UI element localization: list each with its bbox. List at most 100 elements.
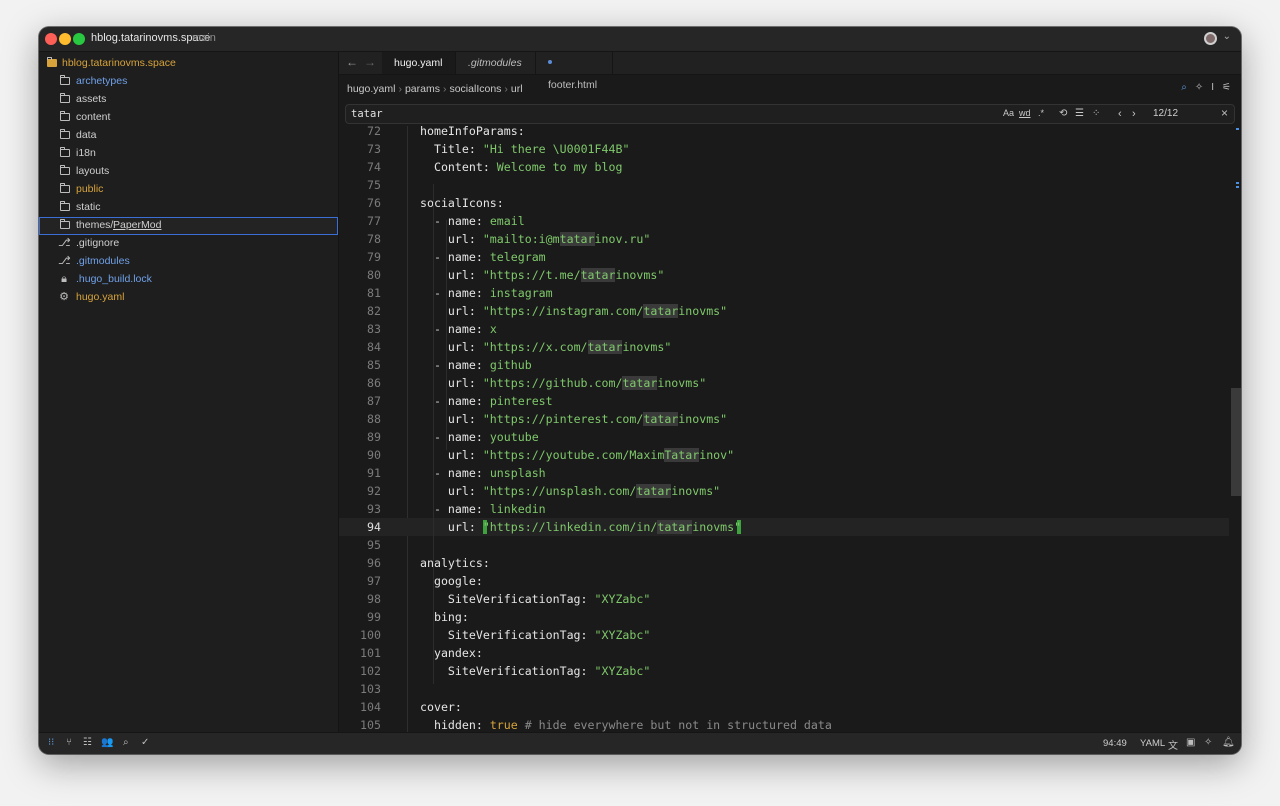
tree-item[interactable]: ⎇ .gitmodules: [39, 253, 338, 271]
breadcrumb-item[interactable]: socialIcons: [449, 83, 501, 95]
whole-word-toggle[interactable]: wd: [1019, 108, 1031, 118]
code-line[interactable]: 97 google:: [339, 572, 1229, 590]
translate-icon[interactable]: 文: [1168, 737, 1178, 752]
code-token: homeInfoParams:: [420, 126, 525, 138]
tree-item[interactable]: archetypes: [39, 73, 338, 91]
maximize-window-button[interactable]: [73, 33, 85, 45]
folder-icon: [60, 147, 70, 157]
tree-item[interactable]: i18n: [39, 145, 338, 163]
forward-arrow-icon[interactable]: →: [364, 55, 376, 69]
code-text: url: "mailto:i@mtatarinov.ru": [420, 230, 650, 248]
code-line[interactable]: 105 hidden: true # hide everywhere but n…: [339, 716, 1229, 732]
previous-match-icon[interactable]: ‹: [1118, 108, 1122, 120]
cursor-icon[interactable]: I: [1211, 82, 1214, 93]
bell-icon[interactable]: 🔔︎: [1222, 737, 1235, 748]
tree-item[interactable]: data: [39, 127, 338, 145]
minimize-window-button[interactable]: [59, 33, 71, 45]
code-line[interactable]: 103: [339, 680, 1229, 698]
tree-item[interactable]: ⚙ hugo.yaml: [39, 289, 338, 307]
code-line[interactable]: 99 bing:: [339, 608, 1229, 626]
scrollbar[interactable]: [1231, 126, 1241, 732]
code-line[interactable]: 92 url: "https://unsplash.com/tatarinovm…: [339, 482, 1229, 500]
code-line[interactable]: 76 socialIcons:: [339, 194, 1229, 212]
tree-item[interactable]: assets: [39, 91, 338, 109]
scrollbar-thumb[interactable]: [1231, 388, 1241, 496]
close-icon[interactable]: ×: [1221, 106, 1228, 120]
breadcrumb-item[interactable]: hugo.yaml: [347, 83, 395, 95]
tree-item[interactable]: layouts: [39, 163, 338, 181]
next-match-icon[interactable]: ›: [1132, 108, 1136, 120]
code-token: youtube: [489, 430, 539, 444]
code-line[interactable]: 77 - name: email: [339, 212, 1229, 230]
close-window-button[interactable]: [45, 33, 57, 45]
code-line[interactable]: 88 url: "https://pinterest.com/tatarinov…: [339, 410, 1229, 428]
code-line[interactable]: 93 - name: linkedin: [339, 500, 1229, 518]
code-line[interactable]: 91 - name: unsplash: [339, 464, 1229, 482]
search-icon[interactable]: ⌕: [1181, 82, 1187, 93]
tree-item[interactable]: static: [39, 199, 338, 217]
tab-gitmodules[interactable]: .gitmodules: [456, 52, 536, 74]
settings-sliders-icon[interactable]: ⚟: [1222, 82, 1231, 93]
outline-icon[interactable]: ☷: [83, 737, 92, 748]
cursor-position[interactable]: 94:49: [1103, 738, 1127, 749]
code-line[interactable]: 95: [339, 536, 1229, 554]
code-line[interactable]: 100 SiteVerificationTag: "XYZabc": [339, 626, 1229, 644]
code-line[interactable]: 79 - name: telegram: [339, 248, 1229, 266]
regex-toggle[interactable]: .*: [1038, 108, 1044, 118]
code-line[interactable]: 81 - name: instagram: [339, 284, 1229, 302]
code-line[interactable]: 85 - name: github: [339, 356, 1229, 374]
assistant-icon[interactable]: ✧: [1204, 737, 1212, 748]
tree-item[interactable]: public: [39, 181, 338, 199]
code-line[interactable]: 84 url: "https://x.com/tatarinovms": [339, 338, 1229, 356]
select-all-icon[interactable]: ☰: [1075, 108, 1084, 119]
code-line[interactable]: 101 yandex:: [339, 644, 1229, 662]
replace-icon[interactable]: ⟲: [1059, 108, 1067, 119]
project-root[interactable]: hblog.tatarinovms.space: [39, 55, 338, 73]
search-icon[interactable]: ⌕: [123, 737, 129, 748]
project-panel-icon[interactable]: ⁝⁝: [48, 737, 54, 748]
breadcrumb-item[interactable]: url: [511, 83, 523, 95]
code-text: url: "https://pinterest.com/tatarinovms": [420, 410, 727, 428]
code-line[interactable]: 102 SiteVerificationTag: "XYZabc": [339, 662, 1229, 680]
code-line[interactable]: 74 Content: Welcome to my blog: [339, 158, 1229, 176]
tab-hugo-yaml[interactable]: hugo.yaml: [382, 52, 456, 74]
tab-footer-html[interactable]: footer.html: [536, 52, 613, 91]
code-area[interactable]: 72 homeInfoParams: 73 Title: "Hi there \U0…: [339, 126, 1229, 732]
tree-item[interactable]: themes/PaperMod: [39, 217, 338, 235]
code-line[interactable]: 86 url: "https://github.com/tatarinovms": [339, 374, 1229, 392]
code-line[interactable]: 87 - name: pinterest: [339, 392, 1229, 410]
branch-name[interactable]: main: [192, 32, 216, 44]
code-line[interactable]: 104 cover:: [339, 698, 1229, 716]
code-line[interactable]: 78 url: "mailto:i@mtatarinov.ru": [339, 230, 1229, 248]
filter-icon[interactable]: ⁘: [1092, 108, 1100, 119]
find-input[interactable]: tatar: [351, 108, 383, 120]
user-avatar[interactable]: [1204, 32, 1217, 45]
code-token: "https://instagram.com/: [482, 304, 644, 318]
chevron-down-icon[interactable]: ⌄: [1223, 31, 1231, 42]
code-line[interactable]: 75: [339, 176, 1229, 194]
match-case-toggle[interactable]: Aa: [1003, 108, 1014, 118]
code-line[interactable]: 72 homeInfoParams:: [339, 126, 1229, 140]
back-arrow-icon[interactable]: ←: [346, 55, 358, 69]
tree-item[interactable]: content: [39, 109, 338, 127]
collab-icon[interactable]: 👥: [101, 737, 113, 748]
tree-item[interactable]: 🔒︎ .hugo_build.lock: [39, 271, 338, 289]
diagnostics-icon[interactable]: ✓: [141, 737, 149, 748]
code-line[interactable]: 96 analytics:: [339, 554, 1229, 572]
code-token: google:: [433, 574, 483, 588]
assistant-icon[interactable]: ✧: [1195, 82, 1203, 93]
code-line[interactable]: 82 url: "https://instagram.com/tatarinov…: [339, 302, 1229, 320]
code-line[interactable]: 73 Title: "Hi there \U0001F44B": [339, 140, 1229, 158]
breadcrumb-item[interactable]: params: [405, 83, 440, 95]
tree-item[interactable]: ⎇ .gitignore: [39, 235, 338, 253]
code-line[interactable]: 94 url: "https://linkedin.com/in/tatarin…: [339, 518, 1229, 536]
terminal-icon[interactable]: ▣: [1186, 737, 1195, 748]
language-mode[interactable]: YAML: [1140, 738, 1165, 749]
code-line[interactable]: 83 - name: x: [339, 320, 1229, 338]
code-line[interactable]: 89 - name: youtube: [339, 428, 1229, 446]
code-line[interactable]: 80 url: "https://t.me/tatarinovms": [339, 266, 1229, 284]
code-line[interactable]: 90 url: "https://youtube.com/MaximTatari…: [339, 446, 1229, 464]
code-text: Content: Welcome to my blog: [420, 158, 622, 176]
code-line[interactable]: 98 SiteVerificationTag: "XYZabc": [339, 590, 1229, 608]
git-branch-icon[interactable]: ⑂: [66, 737, 72, 748]
